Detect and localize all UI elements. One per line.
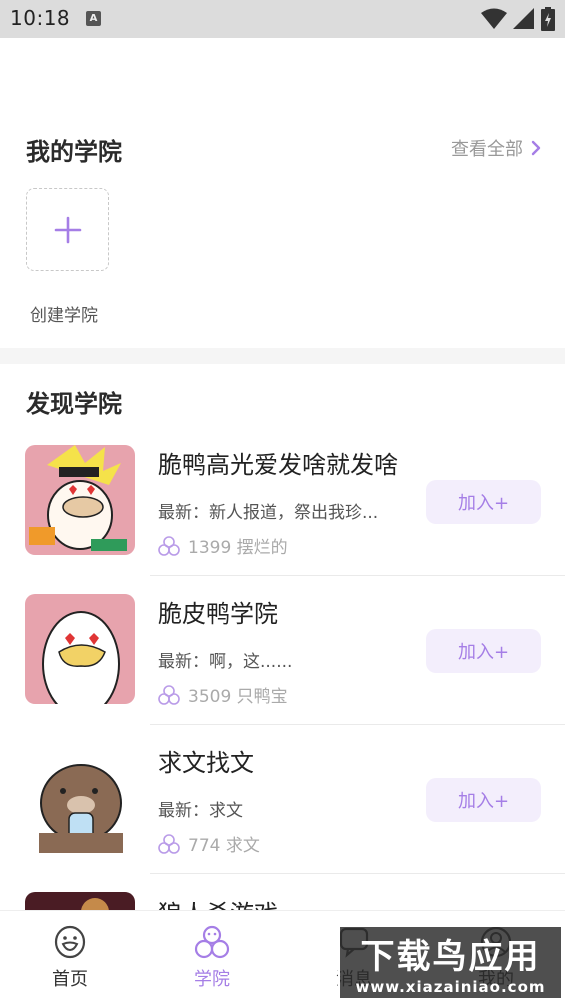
college-title: 脆鸭高光爱发啥就发啥 <box>158 451 398 479</box>
watermark-logo: 下载鸟应用 www.xiazainiao.com <box>338 925 563 1000</box>
college-member-count: 1399 摆烂的 <box>158 533 288 558</box>
section-divider <box>0 348 565 364</box>
duck-face-icon <box>54 925 86 959</box>
status-indicators <box>481 7 555 31</box>
battery-icon <box>541 7 555 31</box>
college-title: 求文找文 <box>158 749 254 777</box>
members-icon <box>158 535 180 556</box>
watermark-url: www.xiazainiao.com <box>355 978 546 996</box>
college-avatar <box>25 445 135 555</box>
watermark-title: 下载鸟应用 <box>360 937 541 977</box>
join-button[interactable]: 加入+ <box>426 480 541 524</box>
chevron-right-icon <box>531 140 541 156</box>
tab-college-label: 学院 <box>194 969 230 990</box>
college-avatar <box>25 594 135 704</box>
join-button[interactable]: 加入+ <box>426 778 541 822</box>
college-list-item[interactable]: 脆鸭高光爱发啥就发啥 最新：新人报道，祭出我珍... 1399 摆烂的 加入+ <box>0 445 565 594</box>
create-college-button[interactable] <box>26 188 109 271</box>
plus-icon <box>54 216 81 243</box>
college-avatar <box>25 892 135 910</box>
members-icon <box>158 684 180 705</box>
college-latest-post: 最新：求文 <box>158 801 243 821</box>
members-icon <box>158 833 180 854</box>
tab-college[interactable]: 学院 <box>157 911 267 1004</box>
college-icon <box>194 925 230 959</box>
college-list-item[interactable]: 狼人杀游戏 <box>0 892 565 910</box>
my-college-title: 我的学院 <box>26 138 122 166</box>
discover-title: 发现学院 <box>26 390 122 418</box>
create-college-label: 创建学院 <box>30 306 98 326</box>
notification-icon: A <box>86 11 101 26</box>
signal-icon <box>513 8 534 29</box>
see-all-label: 查看全部 <box>451 139 523 160</box>
college-list-item[interactable]: 脆皮鸭学院 最新：啊，这...... 3509 只鸭宝 加入+ <box>0 594 565 743</box>
see-all-link[interactable]: 查看全部 <box>451 135 541 161</box>
college-member-count: 774 求文 <box>158 831 260 856</box>
tab-home[interactable]: 首页 <box>15 911 125 1004</box>
divider <box>150 873 565 874</box>
member-count-text: 3509 只鸭宝 <box>188 687 288 707</box>
college-latest-post: 最新：新人报道，祭出我珍... <box>158 503 379 523</box>
divider <box>150 724 565 725</box>
wifi-icon <box>481 8 507 29</box>
status-time: 10:18 <box>10 6 71 30</box>
college-avatar <box>25 743 135 853</box>
member-count-text: 1399 摆烂的 <box>188 538 288 558</box>
college-latest-post: 最新：啊，这...... <box>158 652 293 672</box>
join-button[interactable]: 加入+ <box>426 629 541 673</box>
college-title: 脆皮鸭学院 <box>158 600 278 628</box>
college-list-item[interactable]: 求文找文 最新：求文 774 求文 加入+ <box>0 743 565 892</box>
divider <box>150 575 565 576</box>
status-bar: 10:18 A <box>0 0 565 38</box>
member-count-text: 774 求文 <box>188 836 260 856</box>
tab-home-label: 首页 <box>52 969 88 990</box>
college-title: 狼人杀游戏 <box>158 894 278 910</box>
college-member-count: 3509 只鸭宝 <box>158 682 288 707</box>
